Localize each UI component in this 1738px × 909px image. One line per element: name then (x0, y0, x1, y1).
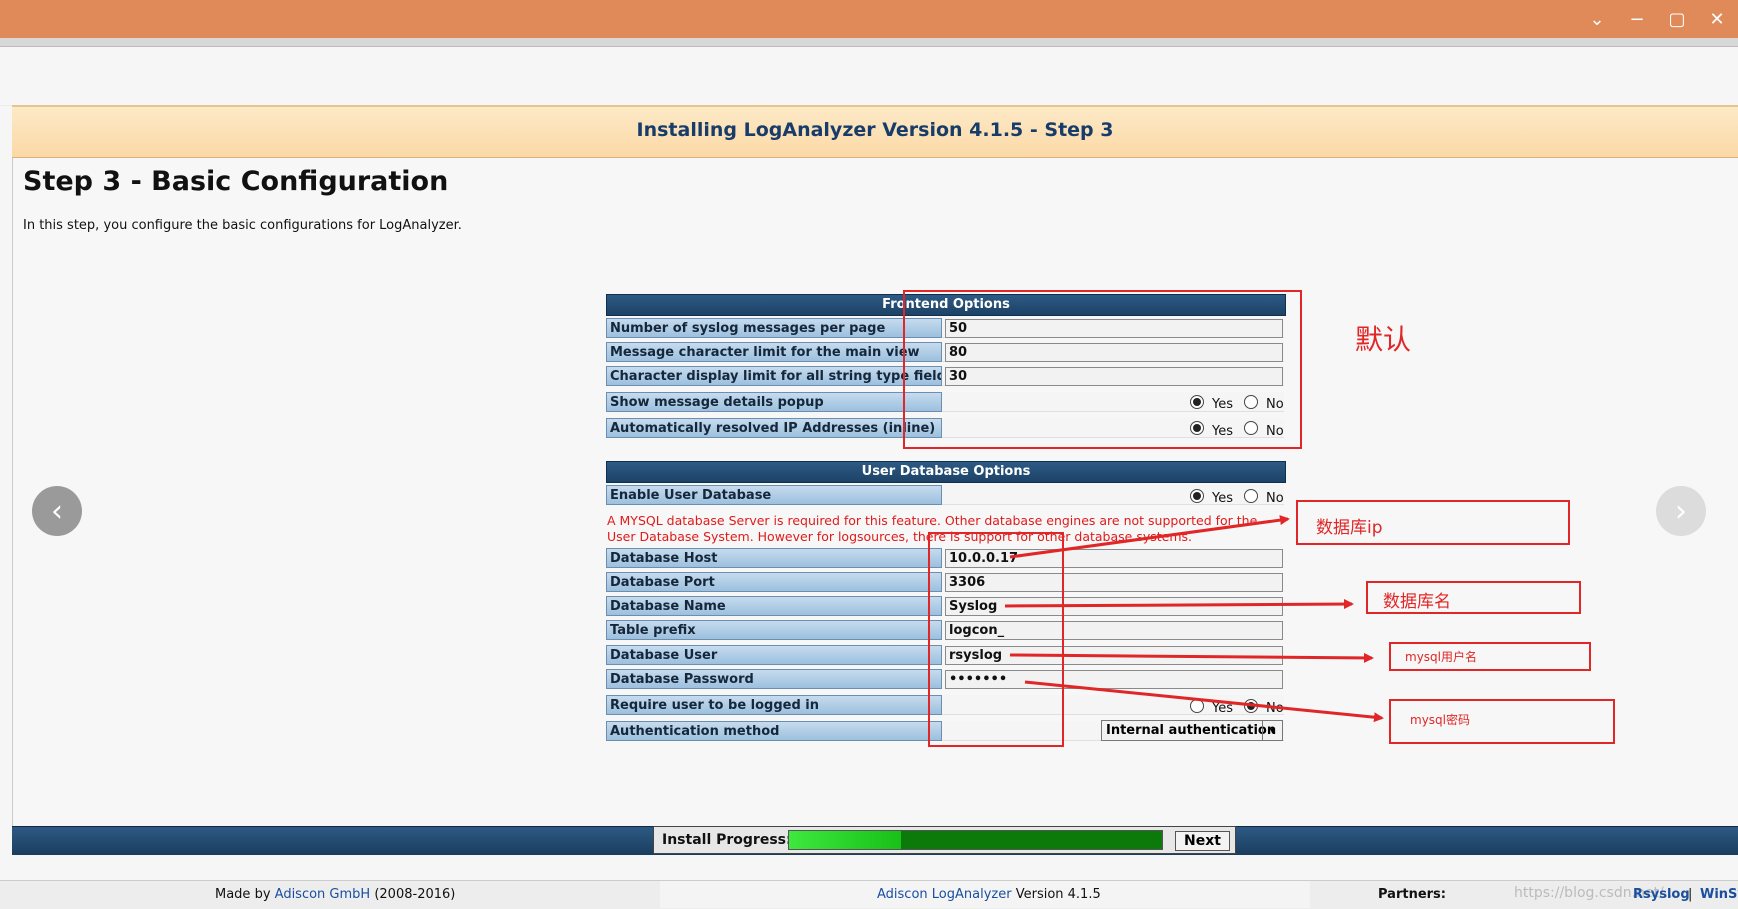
annotation-default: 默认 (1355, 323, 1412, 356)
annotation-db-ip: 数据库ip (1316, 518, 1383, 538)
annotation-mysql-user: mysql用户名 (1405, 650, 1477, 664)
arrow-to-mysql-pass (1024, 680, 1384, 723)
annotation-overlay (1004, 515, 1384, 723)
frontend-highlight-box (903, 290, 1302, 449)
annotation-mysql-pass: mysql密码 (1410, 713, 1470, 727)
annotation-db-name: 数据库名 (1383, 592, 1451, 612)
arrow-to-mysql-user (1009, 652, 1374, 663)
userdb-highlight-box (928, 532, 1064, 747)
